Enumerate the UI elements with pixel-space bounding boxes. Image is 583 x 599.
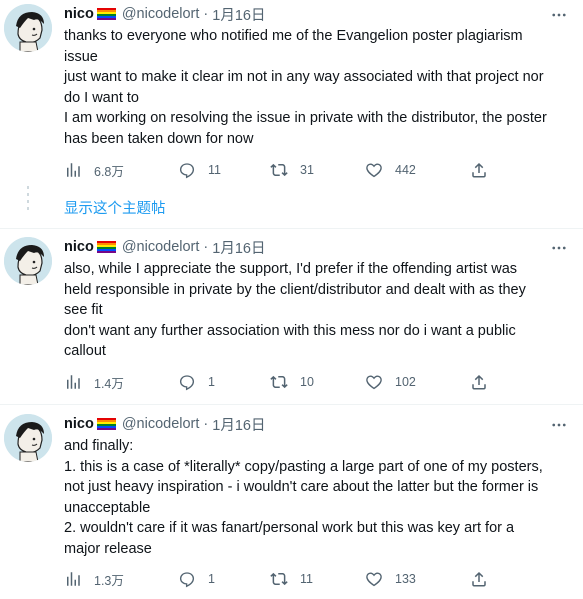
tweet-line: held responsible in private by the clien… (64, 281, 526, 298)
thread-connector (27, 200, 29, 203)
reply-button[interactable]: 11 (178, 159, 221, 181)
reply-button[interactable]: 1 (178, 371, 215, 393)
separator-dot: · (203, 6, 209, 22)
retweet-count: 11 (300, 572, 313, 586)
tweet-line: don't want any further association with … (64, 322, 516, 339)
retweet-button[interactable]: 11 (270, 568, 313, 590)
pride-flag-icon (96, 7, 116, 21)
share-icon (472, 374, 486, 390)
reply-icon (179, 572, 195, 588)
avatar[interactable] (4, 4, 52, 52)
views-button[interactable]: 6.8万 (64, 159, 124, 181)
more-options-icon[interactable] (549, 238, 569, 258)
tweet-line: also, while I appreciate the support, I'… (64, 261, 518, 277)
share-button[interactable] (470, 159, 488, 181)
separator-dot: · (203, 239, 209, 255)
heart-icon (366, 375, 382, 390)
tweet-line: see fit (64, 302, 103, 318)
reply-count: 1 (208, 572, 215, 586)
reply-icon (179, 375, 195, 391)
tweet-text: and finally: 1. this is a case of *liter… (64, 436, 576, 559)
timestamp[interactable]: 1月16日 (212, 414, 265, 435)
avatar[interactable] (4, 414, 52, 462)
retweet-icon (270, 375, 288, 389)
analytics-icon (67, 163, 80, 177)
display-name[interactable]: nico (64, 6, 94, 22)
views-count: 1.4万 (94, 376, 124, 391)
avatar[interactable] (4, 237, 52, 285)
heart-icon (366, 163, 382, 178)
thread-connector (27, 186, 29, 189)
handle[interactable]: @nicodelort (122, 239, 200, 255)
tweet-line: major release (64, 540, 152, 557)
show-thread-link[interactable]: 显示这个主题帖 (64, 197, 166, 218)
pride-flag-icon (96, 240, 116, 254)
retweet-count: 10 (300, 375, 314, 389)
tweet-line: unacceptable (64, 499, 151, 516)
views-count: 1.3万 (94, 573, 124, 588)
like-button[interactable]: 442 (365, 159, 416, 181)
reply-icon (179, 163, 195, 179)
tweet-header: nico @nicodelort · 1月16日 (64, 414, 265, 434)
display-name[interactable]: nico (64, 239, 94, 255)
more-options-icon[interactable] (549, 415, 569, 435)
like-count: 133 (395, 572, 416, 586)
like-count: 442 (395, 163, 416, 177)
analytics-icon (67, 375, 80, 389)
thread-connector (27, 207, 29, 210)
tweet-line: thanks to everyone who notified me of th… (64, 28, 523, 44)
share-button[interactable] (470, 371, 488, 393)
like-button[interactable]: 133 (365, 568, 416, 590)
retweet-button[interactable]: 10 (270, 371, 314, 393)
timestamp[interactable]: 1月16日 (212, 237, 265, 258)
share-icon (472, 571, 486, 587)
retweet-icon (270, 572, 288, 586)
pride-flag-icon (96, 417, 116, 431)
action-bar: 6.8万 11 31 442 (64, 159, 494, 181)
tweet-line: 1. this is a case of *literally* copy/pa… (64, 458, 543, 475)
thread-connector (27, 193, 29, 196)
share-button[interactable] (470, 568, 488, 590)
tweet-line: has been taken down for now (64, 130, 254, 147)
views-count: 6.8万 (94, 164, 124, 179)
tweet-text: also, while I appreciate the support, I'… (64, 259, 576, 362)
tweet-text: thanks to everyone who notified me of th… (64, 26, 576, 149)
reply-count: 11 (208, 163, 221, 177)
more-options-icon[interactable] (549, 5, 569, 25)
retweet-button[interactable]: 31 (270, 159, 314, 181)
tweet-line: callout (64, 343, 106, 359)
tweet-line: and finally: (64, 438, 134, 454)
divider (0, 404, 583, 405)
divider (0, 228, 583, 229)
action-bar: 1.4万 1 10 102 (64, 371, 494, 393)
views-button[interactable]: 1.3万 (64, 568, 124, 590)
tweet-line: not just heavy inspiration - i wouldn't … (64, 479, 539, 495)
tweet-header: nico @nicodelort · 1月16日 (64, 4, 265, 24)
reply-button[interactable]: 1 (178, 568, 215, 590)
tweet-line: just want to make it clear im not in any… (64, 69, 544, 85)
like-button[interactable]: 102 (365, 371, 416, 393)
tweet-line: do I want to (64, 89, 139, 106)
display-name[interactable]: nico (64, 416, 94, 432)
views-button[interactable]: 1.4万 (64, 371, 124, 393)
analytics-icon (67, 572, 80, 586)
reply-count: 1 (208, 375, 215, 389)
action-bar: 1.3万 1 11 133 (64, 568, 494, 590)
separator-dot: · (203, 416, 209, 432)
tweet-line: 2. wouldn't care if it was fanart/person… (64, 520, 515, 536)
tweet-header: nico @nicodelort · 1月16日 (64, 237, 265, 257)
retweet-icon (270, 163, 288, 177)
handle[interactable]: @nicodelort (122, 416, 200, 432)
timestamp[interactable]: 1月16日 (212, 4, 265, 25)
tweet-line: I am working on resolving the issue in p… (64, 110, 547, 126)
retweet-count: 31 (300, 163, 314, 177)
share-icon (472, 162, 486, 178)
tweet-line: issue (64, 48, 98, 65)
like-count: 102 (395, 375, 416, 389)
handle[interactable]: @nicodelort (122, 6, 200, 22)
heart-icon (366, 572, 382, 587)
